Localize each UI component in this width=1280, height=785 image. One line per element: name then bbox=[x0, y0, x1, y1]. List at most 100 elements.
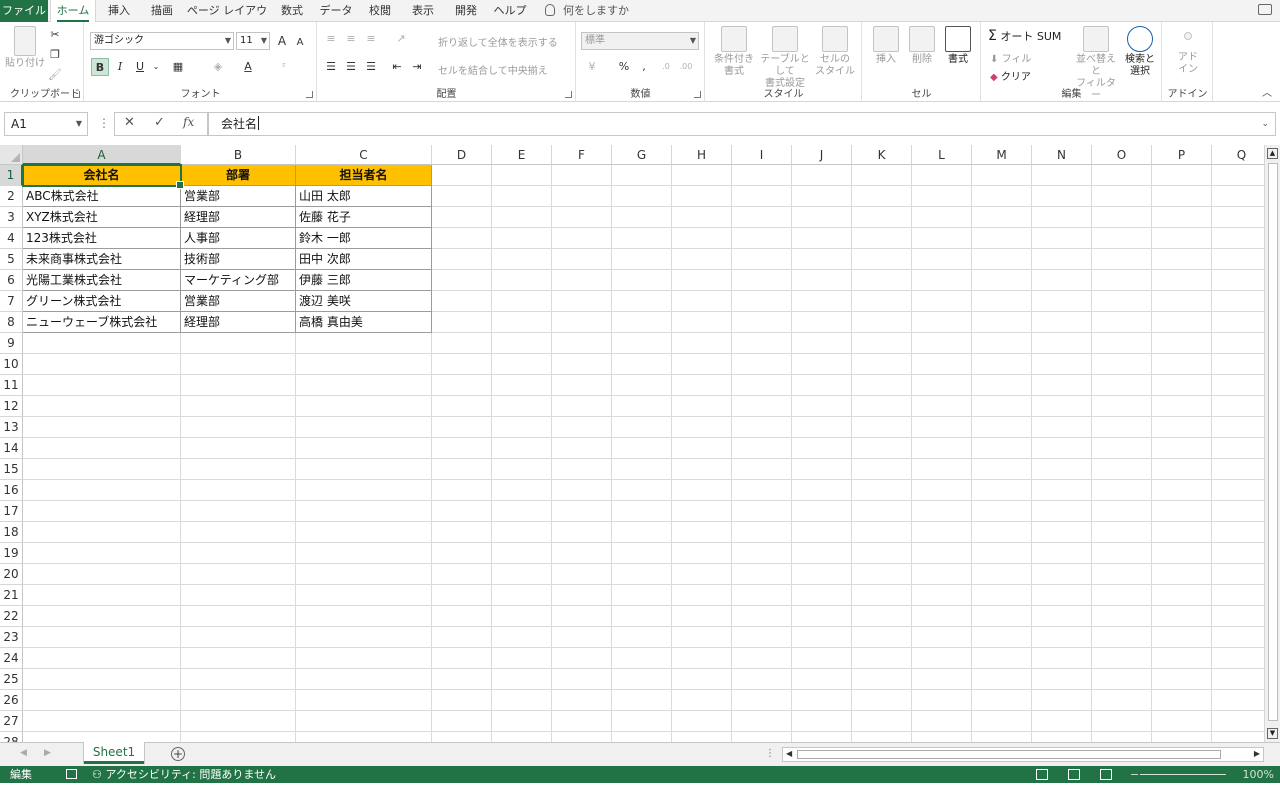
row-header-12[interactable]: 12 bbox=[0, 396, 23, 417]
formula-bar-grip[interactable]: ⋮ bbox=[98, 116, 110, 130]
row-header-2[interactable]: 2 bbox=[0, 186, 23, 207]
phonetic-icon[interactable]: ᶻ bbox=[275, 58, 293, 76]
italic-button[interactable]: I bbox=[111, 58, 129, 76]
enter-icon[interactable]: ✓ bbox=[154, 115, 165, 130]
row-header-8[interactable]: 8 bbox=[0, 312, 23, 333]
tab-view[interactable]: 表示 bbox=[402, 0, 444, 22]
paste-button[interactable]: 貼り付け bbox=[4, 26, 46, 70]
align-right-icon[interactable]: ☰ bbox=[362, 58, 380, 76]
cell-C4[interactable]: 鈴木 一郎 bbox=[296, 228, 432, 249]
row-header-22[interactable]: 22 bbox=[0, 606, 23, 627]
bold-button[interactable]: B bbox=[91, 58, 109, 76]
cell-B5[interactable]: 技術部 bbox=[181, 249, 296, 270]
align-center-icon[interactable]: ☰ bbox=[342, 58, 360, 76]
format-painter-icon[interactable]: 🖌 bbox=[46, 66, 64, 84]
vertical-scrollbar[interactable]: ▲ ▼ bbox=[1264, 145, 1280, 742]
currency-icon[interactable]: ¥ bbox=[583, 58, 601, 76]
cell-B8[interactable]: 経理部 bbox=[181, 312, 296, 333]
accessibility-status[interactable]: ⚇ アクセシビリティ: 問題ありません bbox=[92, 766, 276, 783]
tab-developer[interactable]: 開発 bbox=[445, 0, 487, 22]
clipboard-launcher-icon[interactable] bbox=[73, 91, 80, 98]
row-header-20[interactable]: 20 bbox=[0, 564, 23, 585]
vertical-scroll-thumb[interactable] bbox=[1268, 163, 1278, 721]
macro-record-icon[interactable] bbox=[66, 769, 77, 779]
cell-A4[interactable]: 123株式会社 bbox=[23, 228, 181, 249]
row-header-21[interactable]: 21 bbox=[0, 585, 23, 606]
add-sheet-button[interactable]: + bbox=[171, 747, 185, 761]
delete-cells-button[interactable]: 削除 bbox=[905, 26, 939, 66]
tab-file[interactable]: ファイル bbox=[0, 0, 48, 22]
align-bottom-icon[interactable]: ≡ bbox=[362, 30, 380, 48]
row-header-18[interactable]: 18 bbox=[0, 522, 23, 543]
clear-button[interactable]: ◆ クリア bbox=[990, 68, 1031, 83]
cell-A6[interactable]: 光陽工業株式会社 bbox=[23, 270, 181, 291]
worksheet-grid[interactable]: ABCDEFGHIJKLMNOPQ 1 2 3 4 5 6 7 8 9 10 11 12 13 14 15 1… bbox=[0, 145, 1264, 742]
select-all-button[interactable] bbox=[0, 145, 23, 165]
row-header-26[interactable]: 26 bbox=[0, 690, 23, 711]
column-header-A[interactable]: A bbox=[23, 145, 181, 165]
row-header-5[interactable]: 5 bbox=[0, 249, 23, 270]
column-header-K[interactable]: K bbox=[852, 145, 912, 165]
scroll-left-icon[interactable]: ◀ bbox=[786, 749, 792, 758]
increase-decimal-icon[interactable]: .0 bbox=[657, 58, 675, 76]
decrease-decimal-icon[interactable]: .00 bbox=[677, 58, 695, 76]
column-header-L[interactable]: L bbox=[912, 145, 972, 165]
prev-sheet-icon[interactable]: ◀ bbox=[20, 748, 27, 758]
cell-C8[interactable]: 高橋 真由美 bbox=[296, 312, 432, 333]
page-layout-view-icon[interactable] bbox=[1068, 769, 1080, 780]
cell-B1[interactable]: 部署 bbox=[181, 165, 296, 186]
expand-formula-icon[interactable]: ⌄ bbox=[1261, 113, 1269, 135]
tab-page-layout[interactable]: ページ レイアウト bbox=[185, 0, 269, 39]
column-header-D[interactable]: D bbox=[432, 145, 492, 165]
font-size-combo[interactable]: 11 ▼ bbox=[236, 32, 270, 50]
cell-A5[interactable]: 未来商事株式会社 bbox=[23, 249, 181, 270]
tab-insert[interactable]: 挿入 bbox=[98, 0, 140, 22]
cell-A8[interactable]: ニューウェーブ株式会社 bbox=[23, 312, 181, 333]
conditional-format-button[interactable]: 条件付き 書式 bbox=[710, 26, 758, 78]
wrap-text-button[interactable]: 折り返して全体を表示する bbox=[438, 34, 558, 49]
insert-cells-button[interactable]: 挿入 bbox=[869, 26, 903, 66]
column-header-N[interactable]: N bbox=[1032, 145, 1092, 165]
fill-color-icon[interactable]: ◈ bbox=[209, 58, 227, 76]
cell-C1[interactable]: 担当者名 bbox=[296, 165, 432, 186]
name-box[interactable]: A1 ▼ bbox=[4, 112, 88, 136]
cell-A7[interactable]: グリーン株式会社 bbox=[23, 291, 181, 312]
merge-center-button[interactable]: セルを結合して中央揃え bbox=[438, 62, 548, 77]
scroll-up-icon[interactable]: ▲ bbox=[1267, 148, 1278, 159]
column-header-G[interactable]: G bbox=[612, 145, 672, 165]
cell-B4[interactable]: 人事部 bbox=[181, 228, 296, 249]
row-header-4[interactable]: 4 bbox=[0, 228, 23, 249]
formula-input[interactable]: 会社名 ⌄ bbox=[208, 112, 1276, 136]
tab-home[interactable]: ホーム bbox=[50, 0, 96, 23]
row-header-25[interactable]: 25 bbox=[0, 669, 23, 690]
cell-C2[interactable]: 山田 太郎 bbox=[296, 186, 432, 207]
comma-button[interactable]: , bbox=[635, 58, 653, 76]
orientation-icon[interactable]: ↗ bbox=[392, 30, 410, 48]
row-header-19[interactable]: 19 bbox=[0, 543, 23, 564]
column-header-H[interactable]: H bbox=[672, 145, 732, 165]
row-header-27[interactable]: 27 bbox=[0, 711, 23, 732]
percent-button[interactable]: % bbox=[615, 58, 633, 76]
column-header-I[interactable]: I bbox=[732, 145, 792, 165]
cell-C6[interactable]: 伊藤 三郎 bbox=[296, 270, 432, 291]
tell-me-search[interactable]: 何をしますか bbox=[545, 0, 629, 22]
column-header-B[interactable]: B bbox=[181, 145, 296, 165]
cancel-icon[interactable]: ✕ bbox=[124, 115, 135, 130]
column-header-Q[interactable]: Q bbox=[1212, 145, 1264, 165]
page-break-view-icon[interactable] bbox=[1100, 769, 1112, 780]
comment-icon[interactable] bbox=[1258, 4, 1272, 15]
cell-A3[interactable]: XYZ株式会社 bbox=[23, 207, 181, 228]
align-left-icon[interactable]: ☰ bbox=[322, 58, 340, 76]
zoom-level[interactable]: 100% bbox=[1243, 766, 1274, 783]
row-header-14[interactable]: 14 bbox=[0, 438, 23, 459]
row-header-9[interactable]: 9 bbox=[0, 333, 23, 354]
row-header-10[interactable]: 10 bbox=[0, 354, 23, 375]
cell-B3[interactable]: 経理部 bbox=[181, 207, 296, 228]
row-header-23[interactable]: 23 bbox=[0, 627, 23, 648]
column-header-O[interactable]: O bbox=[1092, 145, 1152, 165]
scrollbar-split-handle[interactable]: ⋮ bbox=[765, 748, 775, 759]
column-header-C[interactable]: C bbox=[296, 145, 432, 165]
increase-indent-icon[interactable]: ⇥ bbox=[408, 58, 426, 76]
column-header-J[interactable]: J bbox=[792, 145, 852, 165]
normal-view-icon[interactable] bbox=[1036, 769, 1048, 780]
